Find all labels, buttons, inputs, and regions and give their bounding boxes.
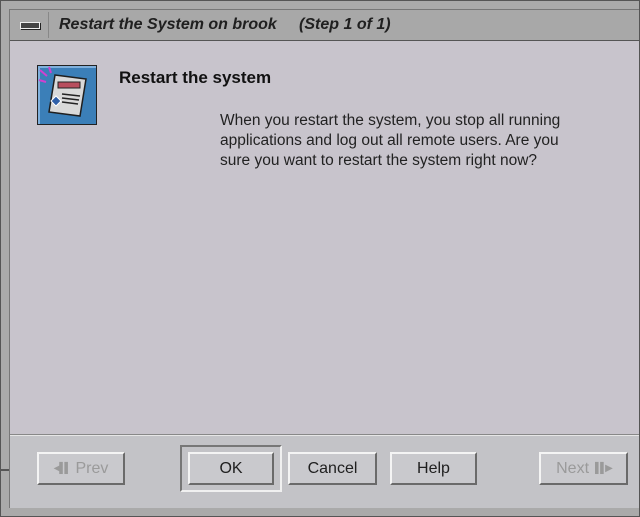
window-menu-icon (20, 21, 40, 29)
window-frame: Restart the System on brook (Step 1 of 1… (9, 9, 639, 508)
cancel-button-label: Cancel (307, 459, 358, 477)
system-restart-icon (37, 65, 97, 125)
window-resize-handle[interactable] (1, 469, 9, 471)
next-button[interactable]: Next ▌▌▶ (539, 452, 628, 485)
dialog-heading: Restart the system (119, 68, 272, 87)
prev-arrow-icon: ◀▌▌ (53, 463, 72, 474)
help-button-label: Help (417, 459, 450, 477)
ok-button[interactable]: OK (188, 452, 274, 485)
ok-button-label: OK (219, 459, 243, 477)
window-menu-button[interactable] (12, 12, 49, 38)
window-title: Restart the System on brook (Step 1 of 1… (59, 16, 391, 33)
help-button[interactable]: Help (390, 452, 477, 485)
prev-button[interactable]: ◀▌▌ Prev (37, 452, 125, 485)
dialog-content: Restart the system When you restart the … (10, 41, 639, 434)
dialog-window: Restart the System on brook (Step 1 of 1… (0, 0, 640, 517)
next-button-label: Next (556, 459, 590, 477)
next-arrow-icon: ▌▌▶ (595, 463, 613, 474)
cancel-button[interactable]: Cancel (288, 452, 377, 485)
dialog-message: When you restart the system, you stop al… (220, 112, 561, 169)
button-bar: ◀▌▌ Prev OK Cancel Help Next ▌▌▶ (10, 436, 639, 508)
prev-button-label: Prev (75, 459, 109, 477)
title-bar[interactable]: Restart the System on brook (Step 1 of 1… (10, 10, 639, 41)
